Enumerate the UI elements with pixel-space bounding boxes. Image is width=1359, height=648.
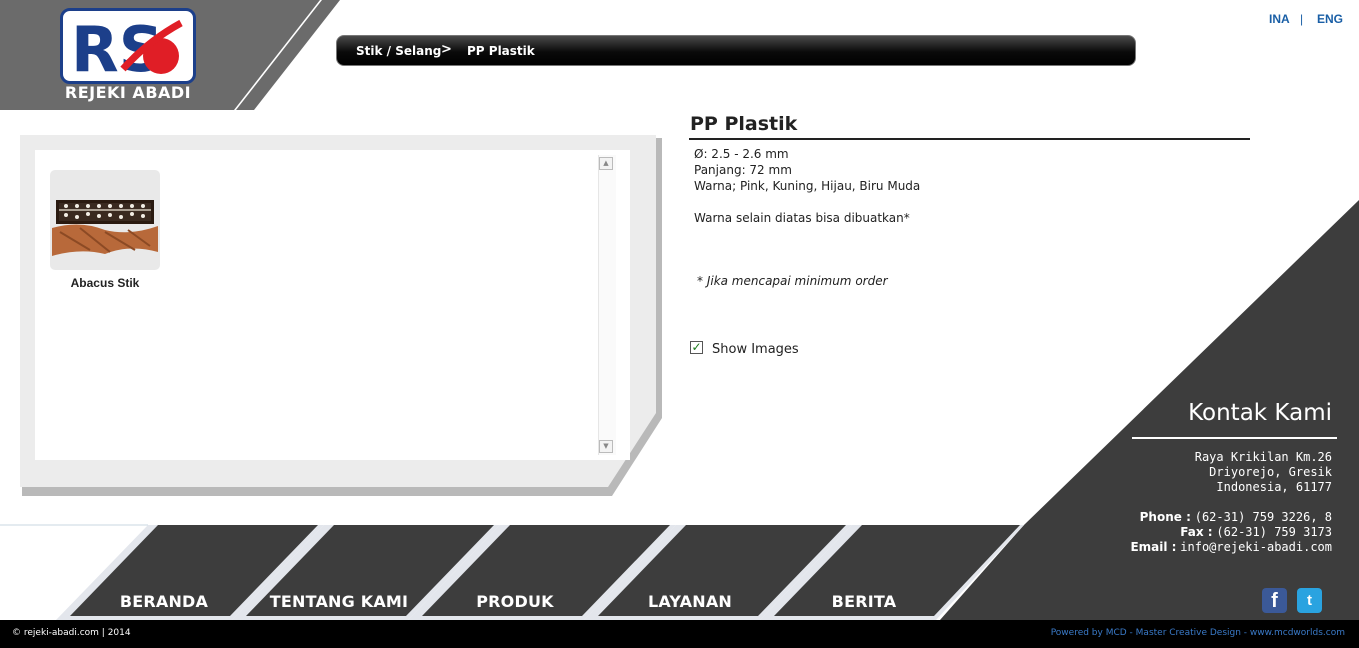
twitter-icon[interactable]: t bbox=[1297, 588, 1322, 613]
address-line-3: Indonesia, 61177 bbox=[1216, 480, 1332, 494]
address-line-1: Raya Krikilan Km.26 bbox=[1194, 450, 1332, 464]
fax-label: Fax : bbox=[1180, 525, 1213, 539]
nav-berita[interactable]: BERITA bbox=[784, 592, 944, 611]
nav-produk[interactable]: PRODUK bbox=[435, 592, 595, 611]
phone-label: Phone : bbox=[1139, 510, 1191, 524]
email-label: Email : bbox=[1130, 540, 1177, 554]
facebook-icon[interactable]: f bbox=[1262, 588, 1287, 613]
phone-value: (62-31) 759 3226, 8 bbox=[1194, 510, 1332, 524]
email-value[interactable]: info@rejeki-abadi.com bbox=[1180, 540, 1332, 554]
powered-by-link[interactable]: Powered by MCD - Master Creative Design … bbox=[1051, 628, 1345, 638]
contact-divider bbox=[1132, 437, 1337, 439]
contact-email: Email : info@rejeki-abadi.com bbox=[1130, 540, 1332, 554]
nav-layanan[interactable]: LAYANAN bbox=[610, 592, 770, 611]
contact-fax: Fax : (62-31) 759 3173 bbox=[1180, 525, 1332, 539]
nav-tentang-kami[interactable]: TENTANG KAMI bbox=[259, 592, 419, 611]
contact-phone: Phone : (62-31) 759 3226, 8 bbox=[1140, 510, 1332, 524]
contact-title: Kontak Kami bbox=[1188, 400, 1332, 426]
address-line-2: Driyorejo, Gresik bbox=[1209, 465, 1332, 479]
fax-value: (62-31) 759 3173 bbox=[1216, 525, 1332, 539]
copyright-text: © rejeki-abadi.com | 2014 bbox=[12, 628, 131, 638]
nav-beranda[interactable]: BERANDA bbox=[84, 592, 244, 611]
